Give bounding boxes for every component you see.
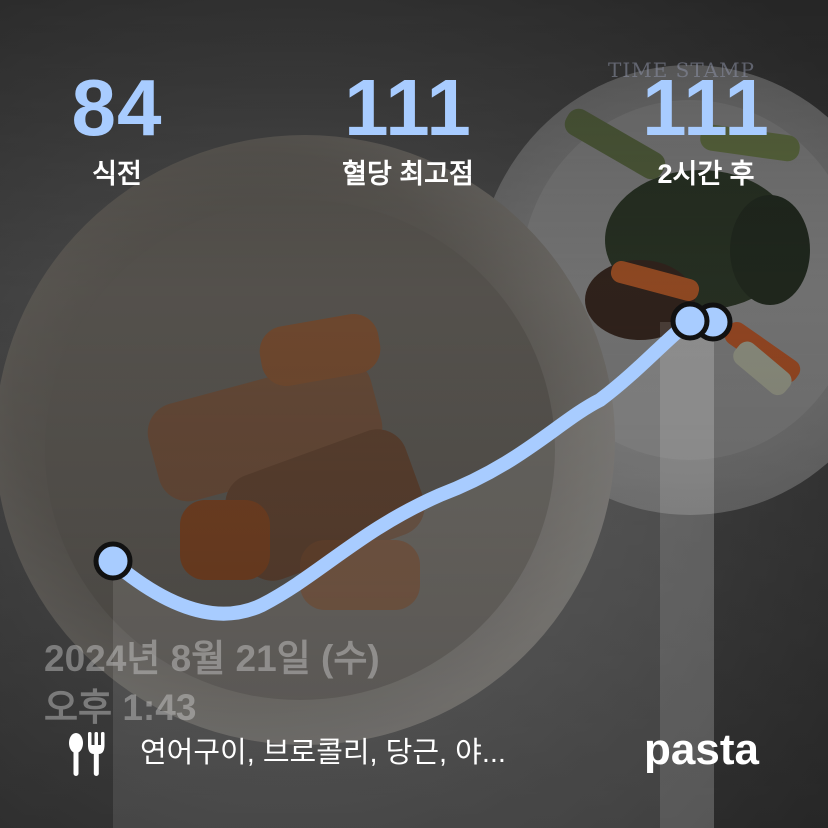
fork-knife-icon — [69, 732, 105, 776]
pre-meal-marker — [93, 541, 133, 581]
timestamp-date: 2024년 8월 21일 (수) — [44, 638, 380, 679]
glucose-line — [106, 315, 697, 621]
photo-card: TIME STAMP 84 식전 111 혈당 최고점 111 2시간 후 20… — [0, 0, 828, 828]
meal-description: 연어구이, 브로콜리, 당근, 야... — [140, 737, 506, 769]
peak-marker — [670, 301, 710, 341]
timestamp-time: 오후 1:43 — [44, 687, 197, 728]
brand-logo: pasta — [644, 725, 759, 774]
